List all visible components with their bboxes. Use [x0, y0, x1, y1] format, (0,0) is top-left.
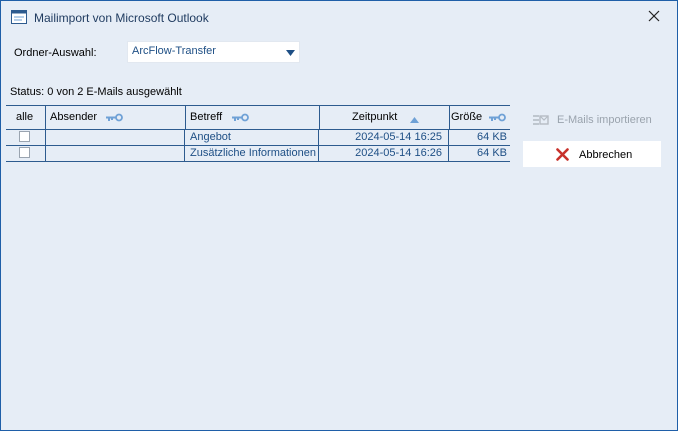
cancel-label: Abbrechen	[579, 149, 633, 161]
filter-icon[interactable]	[489, 113, 506, 125]
table-header: alle Absender Betreff Zeitpunkt Größe	[6, 105, 510, 130]
row-select-cell	[6, 130, 46, 145]
folder-select[interactable]: ArcFlow-Transfer	[127, 41, 300, 63]
row-checkbox[interactable]	[19, 131, 30, 142]
filter-icon[interactable]	[232, 113, 249, 125]
column-time[interactable]: Zeitpunkt	[320, 106, 450, 129]
close-button[interactable]	[639, 4, 669, 30]
sort-ascending-icon	[410, 114, 419, 126]
sender-cell	[46, 130, 185, 145]
status-text: Status: 0 von 2 E-Mails ausgewählt	[10, 86, 182, 98]
close-icon	[648, 10, 660, 25]
window-title: Mailimport von Microsoft Outlook	[34, 11, 209, 25]
row-checkbox[interactable]	[19, 147, 30, 158]
red-x-icon	[556, 148, 569, 164]
chevron-down-icon	[286, 47, 295, 59]
column-all-label: alle	[16, 111, 34, 123]
window-app-icon	[11, 10, 27, 27]
column-all[interactable]: alle	[6, 106, 46, 129]
import-mail-icon	[533, 113, 549, 130]
folder-select-label: Ordner-Auswahl:	[14, 47, 97, 59]
column-sender-label: Absender	[50, 111, 98, 123]
row-select-cell	[6, 146, 46, 161]
import-mails-label: E-Mails importieren	[557, 114, 652, 126]
column-subject-label: Betreff	[190, 111, 223, 123]
column-time-label: Zeitpunkt	[352, 111, 398, 123]
time-cell: 2024-05-14 16:26	[320, 146, 449, 161]
time-cell: 2024-05-14 16:25	[320, 130, 449, 145]
size-cell: 64 KB	[477, 147, 507, 159]
sender-cell	[46, 146, 185, 161]
table-row[interactable]: Angebot 2024-05-14 16:25 64 KB	[6, 130, 510, 146]
folder-select-value: ArcFlow-Transfer	[132, 45, 216, 57]
cancel-button[interactable]: Abbrechen	[523, 141, 661, 167]
mail-table: alle Absender Betreff Zeitpunkt Größe An…	[6, 105, 510, 162]
column-size-label: Größe	[451, 111, 483, 123]
table-row[interactable]: Zusätzliche Informationen 2024-05-14 16:…	[6, 146, 510, 162]
column-sender[interactable]: Absender	[46, 106, 186, 129]
column-subject[interactable]: Betreff	[186, 106, 320, 129]
subject-cell: Zusätzliche Informationen	[186, 146, 319, 161]
title-bar: Mailimport von Microsoft Outlook	[1, 1, 677, 32]
filter-icon[interactable]	[106, 113, 123, 125]
size-cell: 64 KB	[477, 131, 507, 143]
dialog-window: Mailimport von Microsoft Outlook Ordner-…	[0, 0, 678, 431]
import-mails-button[interactable]: E-Mails importieren	[523, 107, 661, 133]
column-size[interactable]: Größe	[450, 106, 510, 129]
subject-cell: Angebot	[186, 130, 319, 145]
